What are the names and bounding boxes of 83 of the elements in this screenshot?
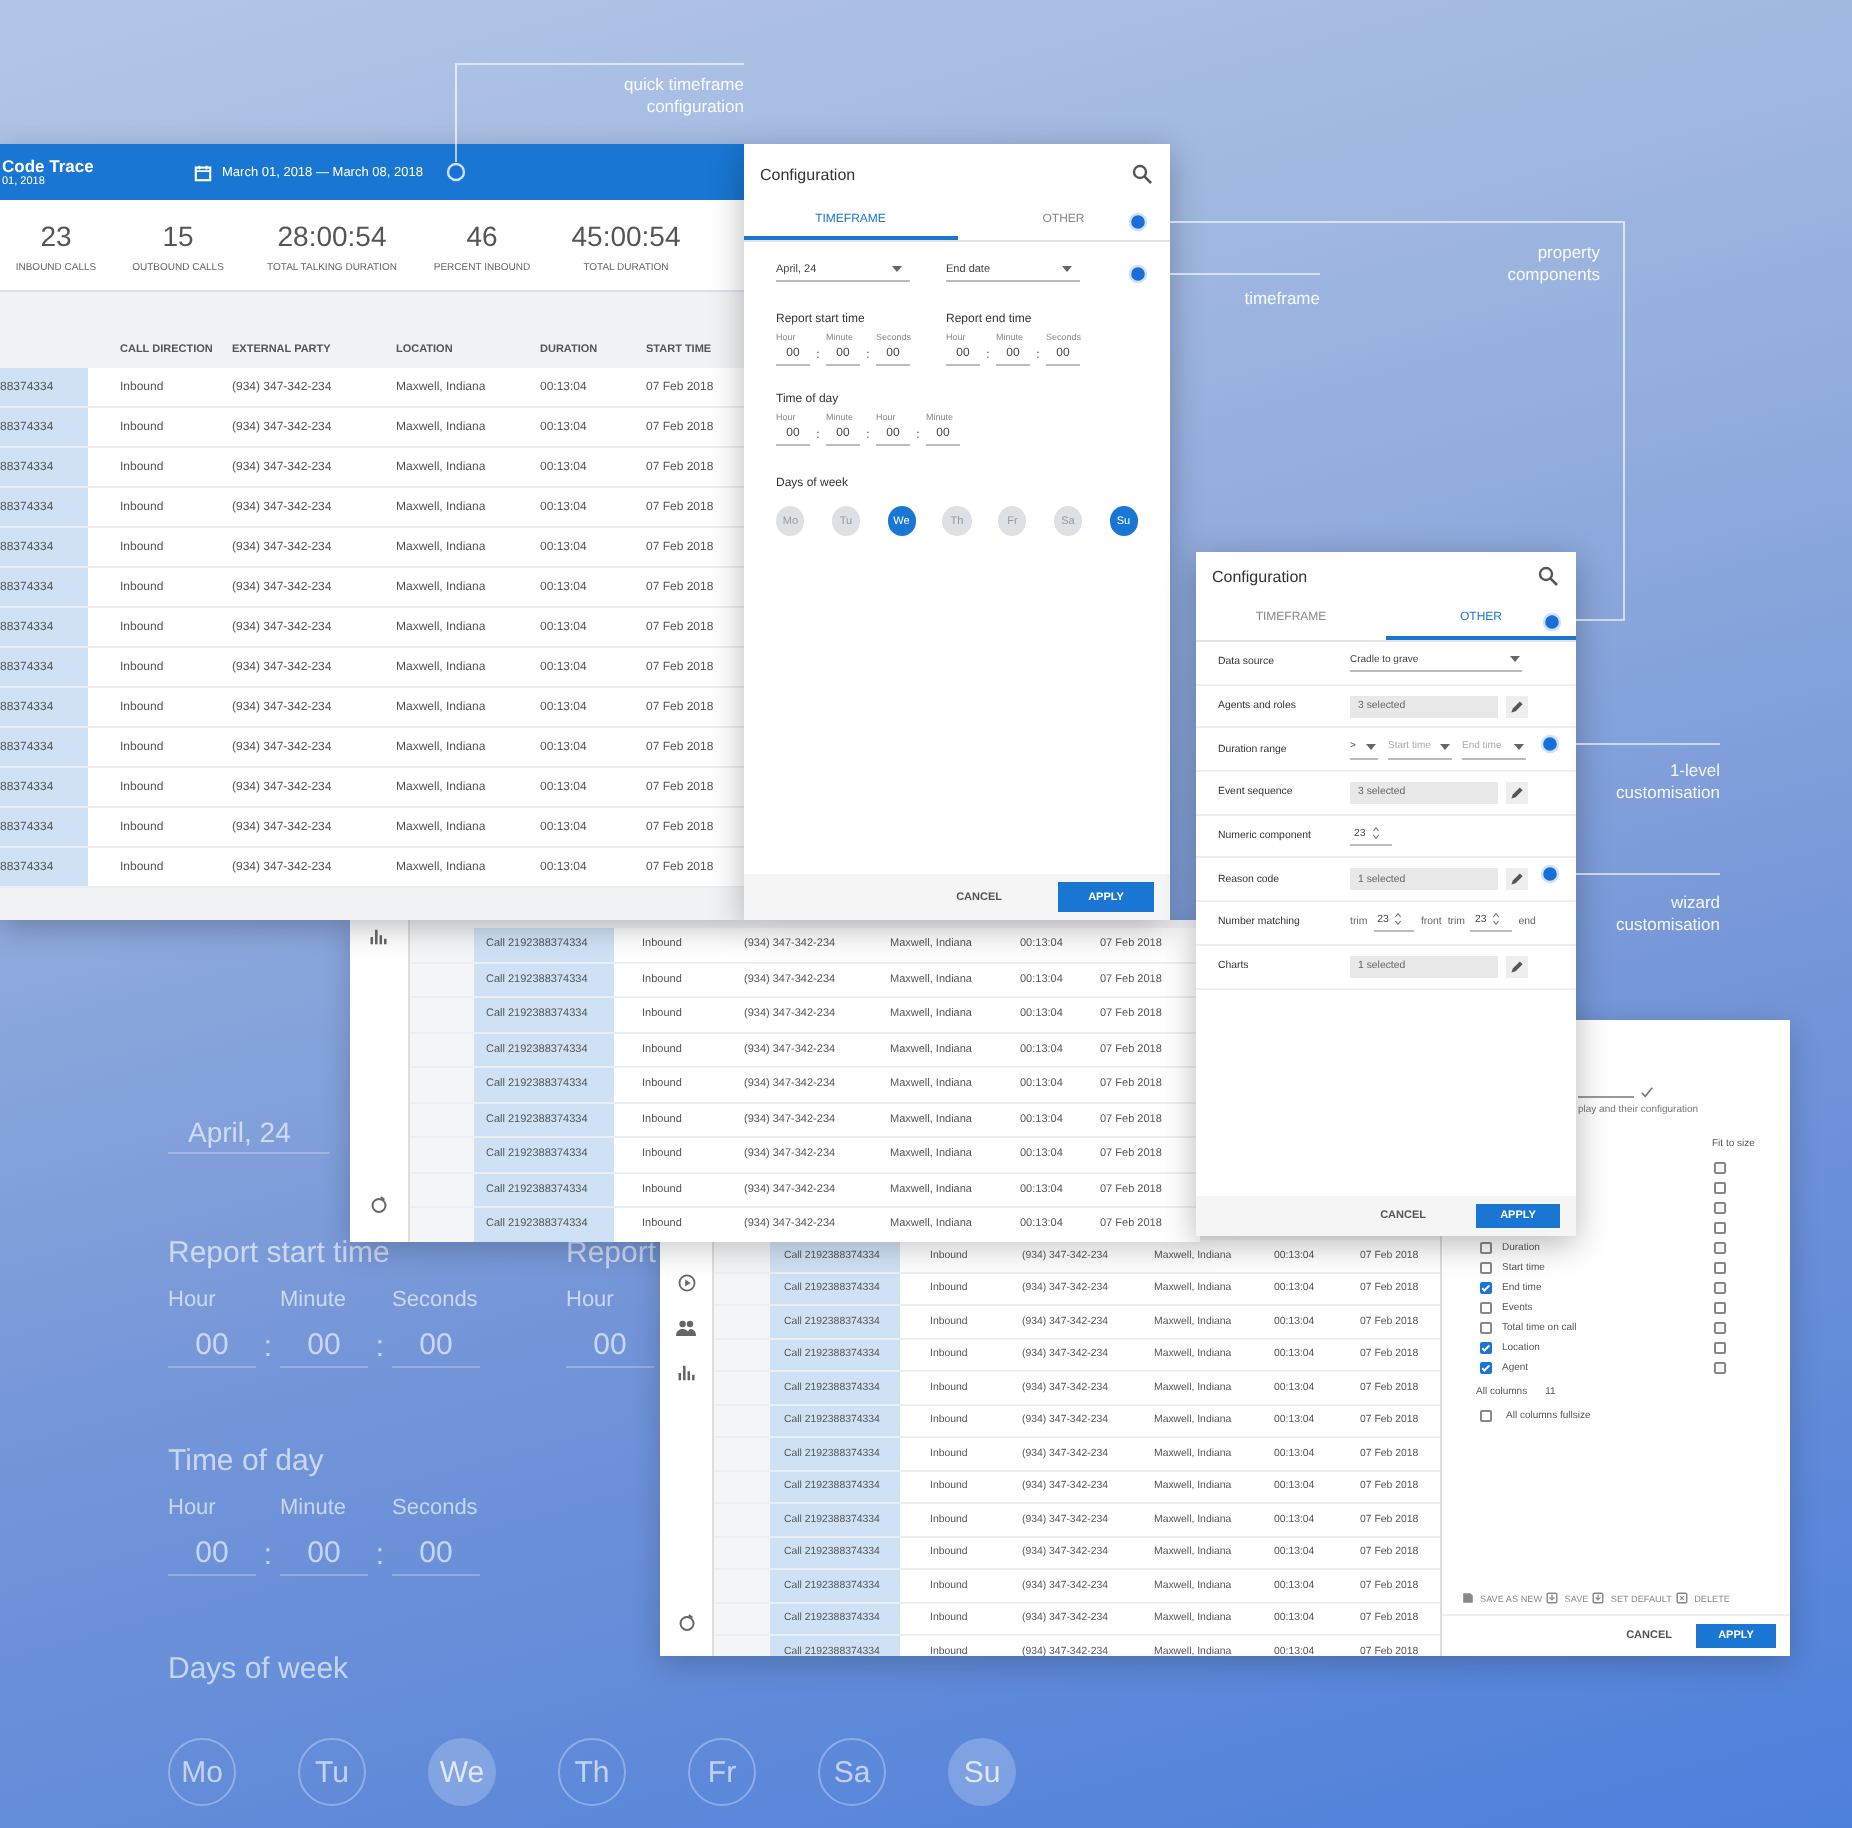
- check-icon: [1640, 1086, 1654, 1098]
- bar-chart-icon[interactable]: [370, 928, 388, 946]
- bar-chart-icon[interactable]: [677, 1364, 695, 1382]
- caret-icon: [1366, 743, 1376, 750]
- checkbox[interactable]: [1714, 1202, 1726, 1214]
- annotation-text: timeframe: [1242, 288, 1320, 310]
- checkbox[interactable]: [1714, 1342, 1726, 1354]
- marker-dot: [1542, 612, 1562, 632]
- stat-value: 45:00:54: [571, 217, 681, 253]
- unit-label: Minute: [280, 1494, 349, 1522]
- stat-value: 46: [466, 217, 498, 253]
- separator-text: :: [261, 1536, 275, 1576]
- checkbox[interactable]: [1714, 1362, 1726, 1374]
- unit-label: Hour: [168, 1286, 218, 1314]
- checkbox[interactable]: [1714, 1302, 1726, 1314]
- spinner-icon[interactable]: [1371, 826, 1380, 841]
- separator-text: :: [261, 1328, 275, 1368]
- separator-text: :: [373, 1536, 387, 1576]
- checkbox[interactable]: [1480, 1262, 1492, 1274]
- edit-button[interactable]: [1506, 868, 1528, 891]
- checkbox[interactable]: [1714, 1282, 1726, 1294]
- checkbox[interactable]: [1480, 1282, 1492, 1294]
- checkbox[interactable]: [1714, 1242, 1726, 1254]
- unit-label: Minute: [280, 1286, 349, 1314]
- stopwatch-icon[interactable]: [370, 1194, 388, 1214]
- separator-text: :: [373, 1328, 387, 1368]
- edit-button[interactable]: [1506, 695, 1528, 718]
- caret-icon: [1510, 656, 1520, 663]
- unit-label: Hour: [566, 1286, 616, 1314]
- stopwatch-icon[interactable]: [677, 1612, 695, 1632]
- checkbox[interactable]: [1714, 1182, 1726, 1194]
- marker-dot: [446, 162, 466, 182]
- annotation-text: wizard customisation: [1614, 892, 1720, 936]
- panel-title: Configuration: [760, 165, 856, 183]
- calendar-icon: [194, 163, 212, 181]
- spinner-icon[interactable]: [1394, 912, 1403, 927]
- checkbox[interactable]: [1480, 1342, 1492, 1354]
- checkbox[interactable]: [1480, 1410, 1492, 1422]
- pencil-icon: [1510, 785, 1524, 800]
- field-label: Report start time: [168, 1236, 390, 1272]
- stat-value: 15: [162, 217, 194, 253]
- pencil-icon: [1510, 959, 1524, 974]
- unit-label: Seconds: [392, 1286, 480, 1314]
- marker-dot: [1540, 734, 1560, 754]
- caret-icon: [892, 266, 902, 272]
- edit-button[interactable]: [1506, 781, 1528, 804]
- pencil-icon: [1510, 872, 1524, 887]
- pencil-icon: [1510, 699, 1524, 714]
- edit-button[interactable]: [1506, 955, 1528, 978]
- marker-dot: [1128, 212, 1148, 232]
- checkbox[interactable]: [1714, 1322, 1726, 1334]
- people-icon[interactable]: [676, 1320, 696, 1336]
- caret-icon: [1440, 743, 1450, 750]
- download-icon: [1546, 1592, 1559, 1604]
- caret-icon: [1514, 743, 1524, 750]
- download-icon: [1592, 1592, 1605, 1604]
- field-label: Days of week: [168, 1652, 349, 1688]
- checkbox[interactable]: [1480, 1242, 1492, 1254]
- marker-dot: [1128, 264, 1148, 284]
- search-icon[interactable]: [1538, 566, 1558, 586]
- search-icon[interactable]: [1132, 164, 1152, 184]
- checkbox[interactable]: [1714, 1222, 1726, 1234]
- caret-icon: [1062, 266, 1072, 272]
- stat-value: 28:00:54: [277, 217, 387, 253]
- delete-icon: [1676, 1592, 1689, 1604]
- checkbox[interactable]: [1714, 1262, 1726, 1274]
- play-circle-icon[interactable]: [677, 1274, 695, 1292]
- annotation-text: property components: [1505, 242, 1600, 286]
- field-label: Report: [566, 1236, 657, 1272]
- panel-title: Configuration: [1212, 567, 1308, 585]
- spinner-icon[interactable]: [1492, 912, 1501, 927]
- annotation-text: quick timeframe configuration: [622, 74, 744, 118]
- checkbox[interactable]: [1480, 1362, 1492, 1374]
- checkbox[interactable]: [1480, 1302, 1492, 1314]
- window-title: Code Trace: [2, 155, 96, 175]
- unit-label: Seconds: [392, 1494, 480, 1522]
- marker-dot: [1540, 864, 1560, 884]
- stat-value: 23: [40, 217, 72, 253]
- checkbox[interactable]: [1480, 1322, 1492, 1334]
- field-label: Time of day: [168, 1444, 324, 1480]
- checkbox[interactable]: [1714, 1162, 1726, 1174]
- unit-label: Hour: [168, 1494, 218, 1522]
- annotation-text: 1-level customisation: [1614, 760, 1720, 804]
